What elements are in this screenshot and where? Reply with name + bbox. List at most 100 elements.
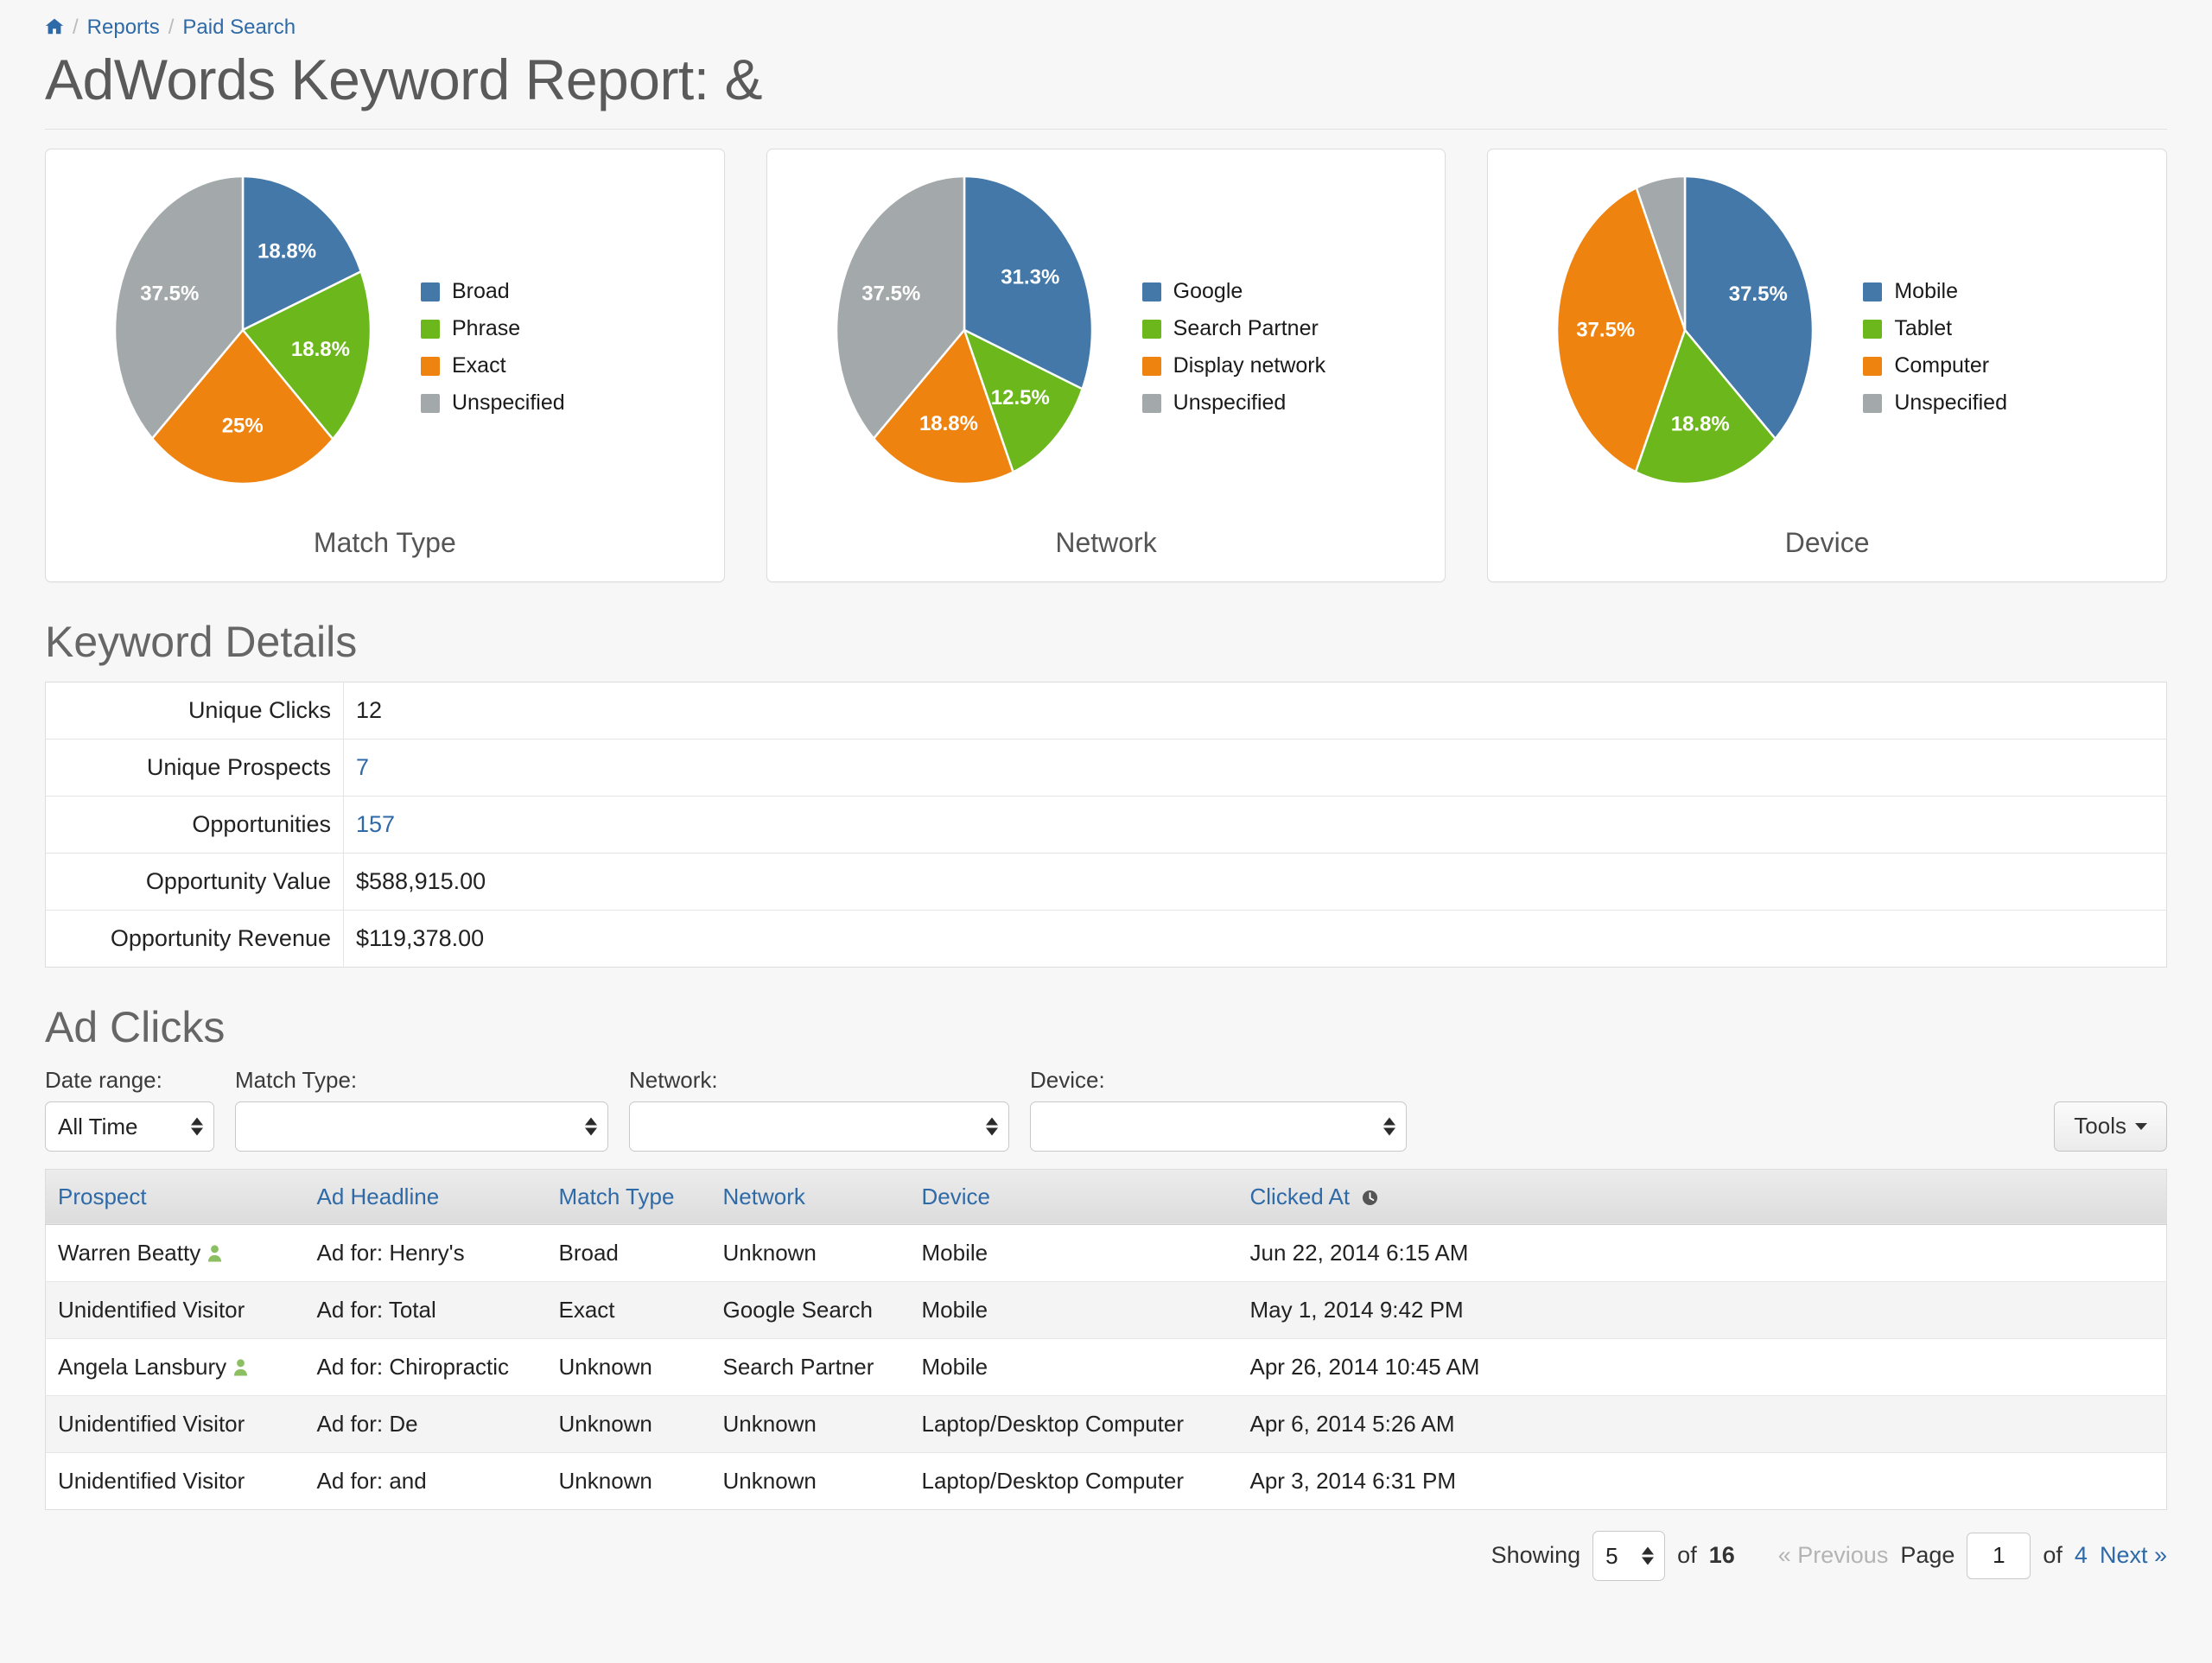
legend-label: Tablet [1894, 316, 1952, 341]
next-page-link[interactable]: Next » [2100, 1542, 2167, 1569]
legend-label: Mobile [1894, 279, 1958, 304]
total-records: 16 [1709, 1542, 1735, 1569]
legend-swatch [421, 394, 440, 413]
per-page-select[interactable]: 5 [1592, 1531, 1665, 1581]
details-row-value: $588,915.00 [344, 853, 2167, 910]
ad-clicks-table-head: Prospect Ad Headline Match Type Network … [46, 1169, 2167, 1224]
report-page: / Reports / Paid Search AdWords Keyword … [0, 0, 2212, 1581]
cell-ad-headline[interactable]: Ad for: Henry's [305, 1224, 547, 1281]
details-row: Unique Clicks12 [46, 682, 2167, 739]
keyword-details-table: Unique Clicks12Unique Prospects7 Opportun… [45, 682, 2167, 968]
legend-item: Tablet [1863, 316, 2007, 341]
legend-item: Unspecified [1142, 390, 1325, 416]
column-header-match-type[interactable]: Match Type [547, 1169, 711, 1224]
cell-ad-headline[interactable]: Ad for: Chiropractic [305, 1338, 547, 1395]
tools-button[interactable]: Tools [2054, 1101, 2167, 1152]
legend-label: Unspecified [1173, 390, 1287, 416]
legend-item: Phrase [421, 316, 565, 341]
cell-clicked-at: Jun 22, 2014 6:15 AM [1238, 1224, 2167, 1281]
keyword-details-heading: Keyword Details [45, 619, 2167, 666]
filter-date-range-label: Date range: [45, 1067, 214, 1094]
of-label: of [1677, 1542, 1697, 1569]
filter-match-type: Match Type: [235, 1067, 608, 1152]
pie-slice-label: 37.5% [1577, 319, 1636, 342]
ad-clicks-heading: Ad Clicks [45, 1004, 2167, 1051]
cell-device: Mobile [910, 1338, 1238, 1395]
column-header-ad-headline[interactable]: Ad Headline [305, 1169, 547, 1224]
legend-swatch [1863, 320, 1882, 339]
device-select[interactable] [1030, 1101, 1407, 1152]
details-row-value[interactable]: 7 [344, 739, 2167, 796]
table-row: Unidentified VisitorAd for: andUnknownUn… [46, 1452, 2167, 1509]
legend-swatch [1142, 320, 1161, 339]
clock-sort-icon [1362, 1185, 1378, 1202]
chart-panel-body: 37.5%18.8%37.5% MobileTabletComputerUnsp… [1488, 149, 2166, 527]
breadcrumb-item-reports[interactable]: Reports [87, 17, 160, 38]
legend-label: Broad [452, 279, 510, 304]
legend-label: Exact [452, 353, 506, 378]
person-icon [233, 1355, 248, 1373]
column-header-clicked-at[interactable]: Clicked At [1238, 1169, 2167, 1224]
network-select[interactable] [629, 1101, 1009, 1152]
details-row-label: Opportunity Revenue [46, 910, 344, 967]
legend-item: Display network [1142, 353, 1325, 378]
chart-legend-match-type: BroadPhraseExactUnspecified [421, 279, 565, 416]
person-icon [207, 1241, 222, 1259]
chevron-down-icon [2135, 1123, 2147, 1130]
cell-prospect[interactable]: Unidentified Visitor [46, 1452, 305, 1509]
filter-device-label: Device: [1030, 1067, 1407, 1094]
pie-slice-label: 18.8% [291, 338, 350, 361]
cell-device: Laptop/Desktop Computer [910, 1452, 1238, 1509]
page-number-input[interactable] [1967, 1533, 2031, 1579]
cell-network: Search Partner [711, 1338, 910, 1395]
breadcrumb-item-paid-search[interactable]: Paid Search [182, 17, 296, 38]
pie-chart-match-type: 18.8%18.8%25%37.5% [98, 175, 391, 520]
column-header-device[interactable]: Device [910, 1169, 1238, 1224]
chart-panel-body: 18.8%18.8%25%37.5% BroadPhraseExactUnspe… [46, 149, 724, 527]
previous-page-link[interactable]: « Previous [1778, 1542, 1889, 1569]
legend-swatch [1863, 357, 1882, 376]
date-range-select[interactable]: All Time [45, 1101, 214, 1152]
cell-clicked-at: Apr 3, 2014 6:31 PM [1238, 1452, 2167, 1509]
cell-ad-headline[interactable]: Ad for: De [305, 1395, 547, 1452]
cell-prospect[interactable]: Unidentified Visitor [46, 1281, 305, 1338]
legend-item: Exact [421, 353, 565, 378]
breadcrumb-home-link[interactable] [45, 16, 64, 39]
details-row: Unique Prospects7 [46, 739, 2167, 796]
cell-ad-headline[interactable]: Ad for: Total [305, 1281, 547, 1338]
filter-match-type-label: Match Type: [235, 1067, 608, 1094]
details-row-value[interactable]: 157 [344, 796, 2167, 853]
page-label: Page [1900, 1542, 1955, 1569]
pie-slice-label: 18.8% [257, 240, 316, 263]
table-row: Angela LansburyAd for: ChiropracticUnkno… [46, 1338, 2167, 1395]
pie-slice-label: 37.5% [1729, 282, 1788, 306]
legend-swatch [1142, 394, 1161, 413]
cell-match-type: Exact [547, 1281, 711, 1338]
chart-panel-device: 37.5%18.8%37.5% MobileTabletComputerUnsp… [1487, 149, 2167, 582]
pie-chart-device: 37.5% 18.8% 37.5% [1540, 175, 1834, 520]
prospect-name: Warren Beatty [58, 1240, 200, 1266]
cell-ad-headline[interactable]: Ad for: and [305, 1452, 547, 1509]
showing-label: Showing [1491, 1542, 1581, 1569]
cell-prospect[interactable]: Warren Beatty [46, 1224, 305, 1281]
legend-swatch [1142, 357, 1161, 376]
chart-panel-match-type: 18.8%18.8%25%37.5% BroadPhraseExactUnspe… [45, 149, 725, 582]
column-header-network[interactable]: Network [711, 1169, 910, 1224]
cell-prospect[interactable]: Angela Lansbury [46, 1338, 305, 1395]
chart-caption-network: Network [1055, 527, 1156, 581]
details-row-label: Unique Clicks [46, 682, 344, 739]
legend-label: Display network [1173, 353, 1325, 378]
pie-slice-label: 18.8% [919, 413, 978, 436]
pie-slice-label: 18.8% [1671, 413, 1730, 436]
legend-swatch [421, 282, 440, 301]
prospect-name: Unidentified Visitor [58, 1468, 245, 1494]
cell-prospect[interactable]: Unidentified Visitor [46, 1395, 305, 1452]
legend-label: Search Partner [1173, 316, 1319, 341]
legend-item: Google [1142, 279, 1325, 304]
table-row: Unidentified VisitorAd for: DeUnknownUnk… [46, 1395, 2167, 1452]
breadcrumb: / Reports / Paid Search [45, 0, 2167, 39]
match-type-select[interactable] [235, 1101, 608, 1152]
legend-item: Mobile [1863, 279, 2007, 304]
details-row-label: Opportunity Value [46, 853, 344, 910]
column-header-prospect[interactable]: Prospect [46, 1169, 305, 1224]
